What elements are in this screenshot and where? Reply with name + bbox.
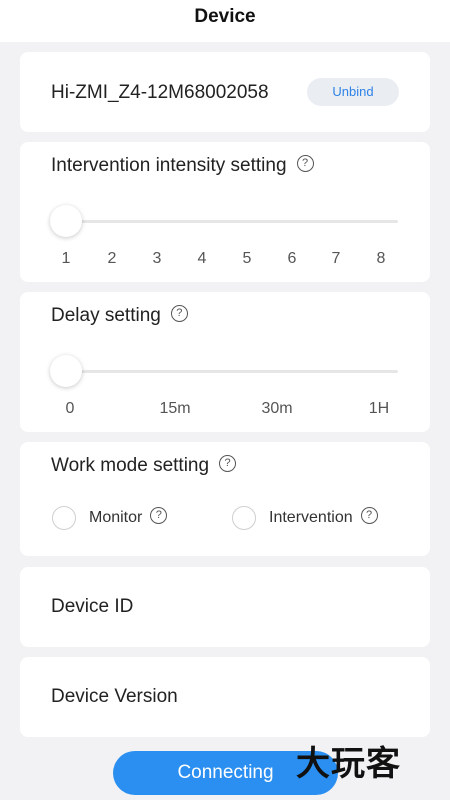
intensity-tick: 6 [287, 250, 297, 267]
unbind-button[interactable]: Unbind [307, 78, 399, 106]
work-mode-card: Work mode setting? Monitor? Intervention… [20, 442, 430, 556]
intensity-tick: 8 [376, 250, 386, 267]
monitor-radio[interactable] [52, 506, 76, 530]
question-circle-icon[interactable]: ? [360, 507, 378, 525]
work-mode-title-text: Work mode setting [51, 455, 210, 476]
delay-slider-thumb[interactable] [50, 355, 82, 387]
intervention-option[interactable]: Intervention? [269, 507, 378, 527]
work-mode-title: Work mode setting? [51, 455, 237, 477]
top-bar: Device [0, 0, 450, 42]
watermark-logo: 大玩客 [296, 744, 401, 784]
device-id-row[interactable]: Device ID [20, 567, 430, 647]
intervention-radio[interactable] [232, 506, 256, 530]
intensity-tick: 1 [61, 250, 71, 267]
intensity-card: Intervention intensity setting? 1 2 3 4 … [20, 142, 430, 282]
intervention-label: Intervention [269, 509, 353, 526]
question-circle-icon[interactable]: ? [170, 305, 188, 323]
intensity-title: Intervention intensity setting? [51, 155, 314, 177]
device-name: Hi-ZMI_Z4-12M68002058 [51, 82, 269, 103]
monitor-option[interactable]: Monitor? [89, 507, 168, 527]
delay-tick: 15m [159, 400, 191, 417]
intensity-tick: 5 [242, 250, 252, 267]
intensity-slider-thumb[interactable] [50, 205, 82, 237]
device-version-row[interactable]: Device Version [20, 657, 430, 737]
intensity-tick: 2 [107, 250, 117, 267]
delay-title: Delay setting? [51, 305, 188, 327]
device-version-label: Device Version [51, 686, 178, 707]
intensity-tick: 4 [197, 250, 207, 267]
device-card: Hi-ZMI_Z4-12M68002058 Unbind [20, 52, 430, 132]
intensity-slider-track[interactable] [51, 220, 398, 223]
intensity-tick: 7 [331, 250, 341, 267]
intensity-title-text: Intervention intensity setting [51, 155, 287, 176]
delay-title-text: Delay setting [51, 305, 161, 326]
page-title: Device [194, 6, 256, 27]
delay-card: Delay setting? 0 15m 30m 1H [20, 292, 430, 432]
delay-slider-track[interactable] [51, 370, 398, 373]
monitor-label: Monitor [89, 509, 143, 526]
question-circle-icon[interactable]: ? [296, 155, 314, 173]
device-id-label: Device ID [51, 596, 134, 617]
question-circle-icon[interactable]: ? [219, 455, 237, 473]
delay-tick: 30m [261, 400, 293, 417]
intensity-tick: 3 [152, 250, 162, 267]
delay-tick: 1H [368, 400, 390, 417]
delay-tick: 0 [65, 400, 75, 417]
question-circle-icon[interactable]: ? [150, 507, 168, 525]
